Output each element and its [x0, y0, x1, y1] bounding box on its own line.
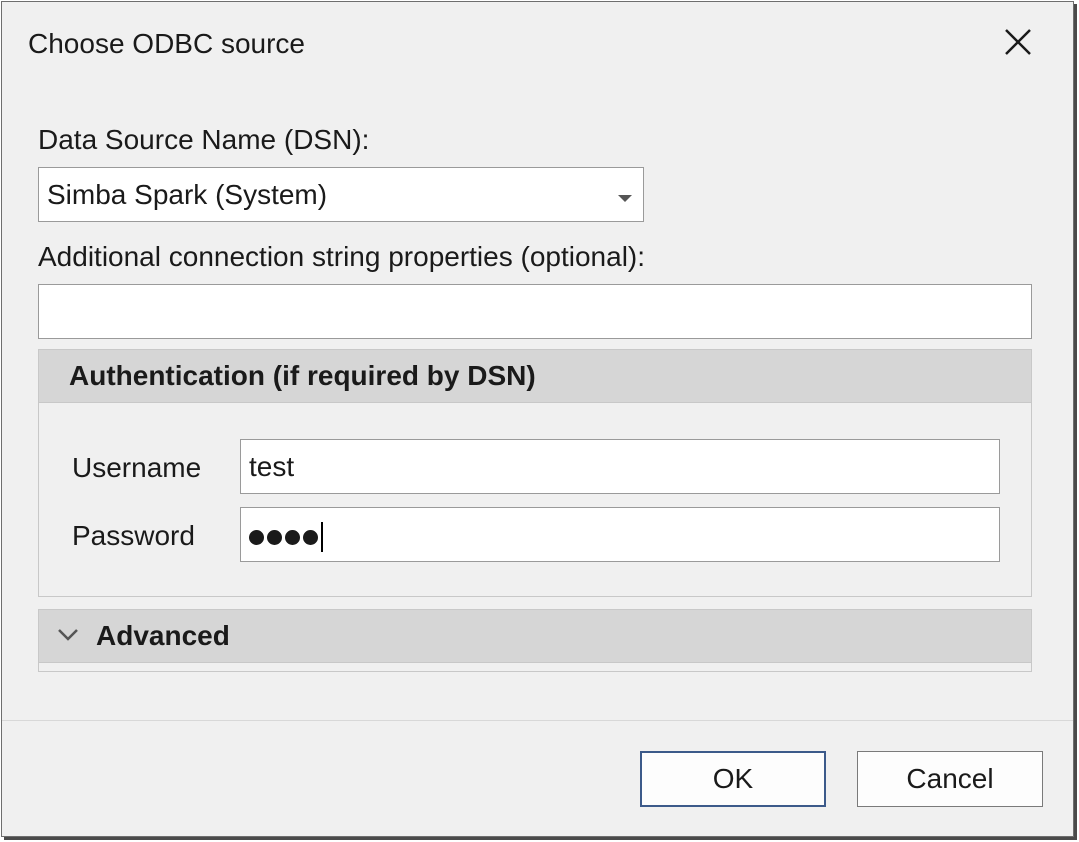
chevron-down-icon — [617, 190, 633, 208]
username-value: test — [249, 451, 295, 482]
password-mask-dot — [249, 529, 264, 545]
close-icon — [1005, 29, 1031, 55]
advanced-title: Advanced — [96, 620, 230, 651]
expand-chevron-icon — [57, 628, 79, 647]
username-label: Username — [72, 452, 202, 483]
authentication-header: Authentication (if required by DSN) — [39, 350, 1031, 403]
odbc-dialog: Choose ODBC source Data Source Name (DSN… — [1, 1, 1074, 837]
dsn-dropdown[interactable]: Simba Spark (System) — [38, 167, 644, 222]
connection-string-input[interactable] — [38, 284, 1032, 339]
password-mask — [249, 522, 323, 552]
ok-button[interactable]: OK — [640, 751, 826, 807]
close-button[interactable] — [996, 22, 1040, 66]
advanced-header[interactable]: Advanced — [39, 610, 1031, 663]
footer-divider — [2, 720, 1073, 721]
password-label: Password — [72, 520, 195, 551]
password-mask-dot — [285, 529, 300, 545]
username-input[interactable]: test — [240, 439, 1000, 494]
advanced-section: Advanced — [38, 609, 1032, 672]
cancel-button[interactable]: Cancel — [857, 751, 1043, 807]
authentication-section: Authentication (if required by DSN) User… — [38, 349, 1032, 597]
dsn-selected-value: Simba Spark (System) — [47, 179, 328, 210]
dialog-title: Choose ODBC source — [28, 28, 306, 59]
connection-string-label: Additional connection string properties … — [38, 241, 646, 272]
text-caret — [321, 522, 323, 552]
password-mask-dot — [303, 529, 318, 545]
dsn-label: Data Source Name (DSN): — [38, 124, 370, 155]
password-mask-dot — [267, 529, 282, 545]
password-input[interactable] — [240, 507, 1000, 562]
authentication-title: Authentication (if required by DSN) — [69, 360, 536, 391]
